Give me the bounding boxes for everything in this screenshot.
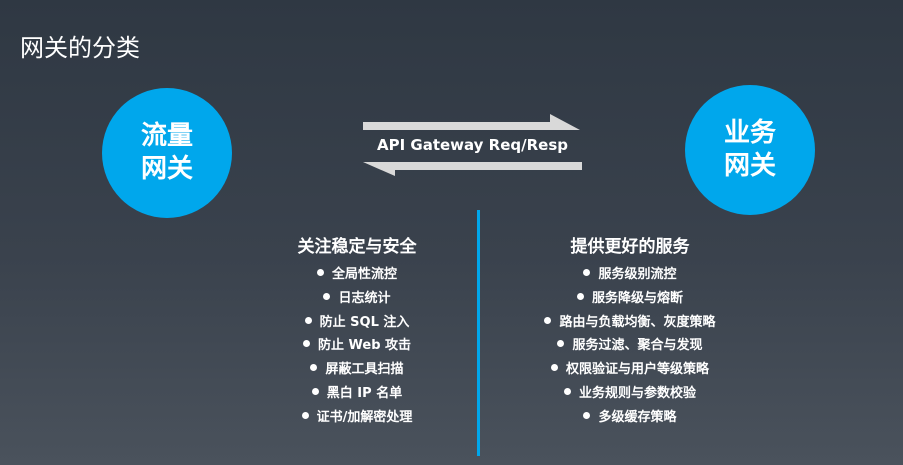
list-item: 屏蔽工具扫描 (257, 358, 457, 382)
arrow-label: API Gateway Req/Resp (376, 136, 569, 154)
list-item: 全局性流控 (257, 263, 457, 287)
list-item: 路由与负载均衡、灰度策略 (510, 311, 750, 335)
list-item: 防止 SQL 注入 (257, 311, 457, 335)
list-item: 防止 Web 攻击 (257, 334, 457, 358)
circle-label: 网关 (723, 151, 776, 181)
list-item: 服务过滤、聚合与发现 (510, 334, 750, 358)
right-column: 提供更好的服务 服务级别流控 服务降级与熔断 路由与负载均衡、灰度策略 服务过滤… (510, 232, 750, 430)
list-item: 黑白 IP 名单 (257, 382, 457, 406)
list-item: 多级缓存策略 (510, 406, 750, 430)
circle-label: 网关 (140, 154, 193, 184)
traffic-gateway-circle: 流量 网关 (102, 88, 232, 218)
list-item: 服务降级与熔断 (510, 287, 750, 311)
right-arrow-icon (363, 114, 580, 130)
business-gateway-circle: 业务 网关 (685, 85, 815, 215)
circle-label: 流量 (140, 121, 193, 151)
list-item: 证书/加解密处理 (257, 406, 457, 430)
list-item: 服务级别流控 (510, 263, 750, 287)
left-column-heading: 关注稳定与安全 (297, 237, 417, 257)
list-item: 日志统计 (257, 287, 457, 311)
list-item: 业务规则与参数校验 (510, 382, 750, 406)
slide-title: 网关的分类 (20, 34, 140, 62)
column-divider (477, 210, 480, 456)
right-column-heading: 提供更好的服务 (570, 237, 690, 257)
circle-label: 业务 (723, 118, 776, 148)
left-arrow-icon (363, 162, 582, 176)
left-column: 关注稳定与安全 全局性流控 日志统计 防止 SQL 注入 防止 Web 攻击 屏… (257, 232, 457, 430)
list-item: 权限验证与用户等级策略 (510, 358, 750, 382)
